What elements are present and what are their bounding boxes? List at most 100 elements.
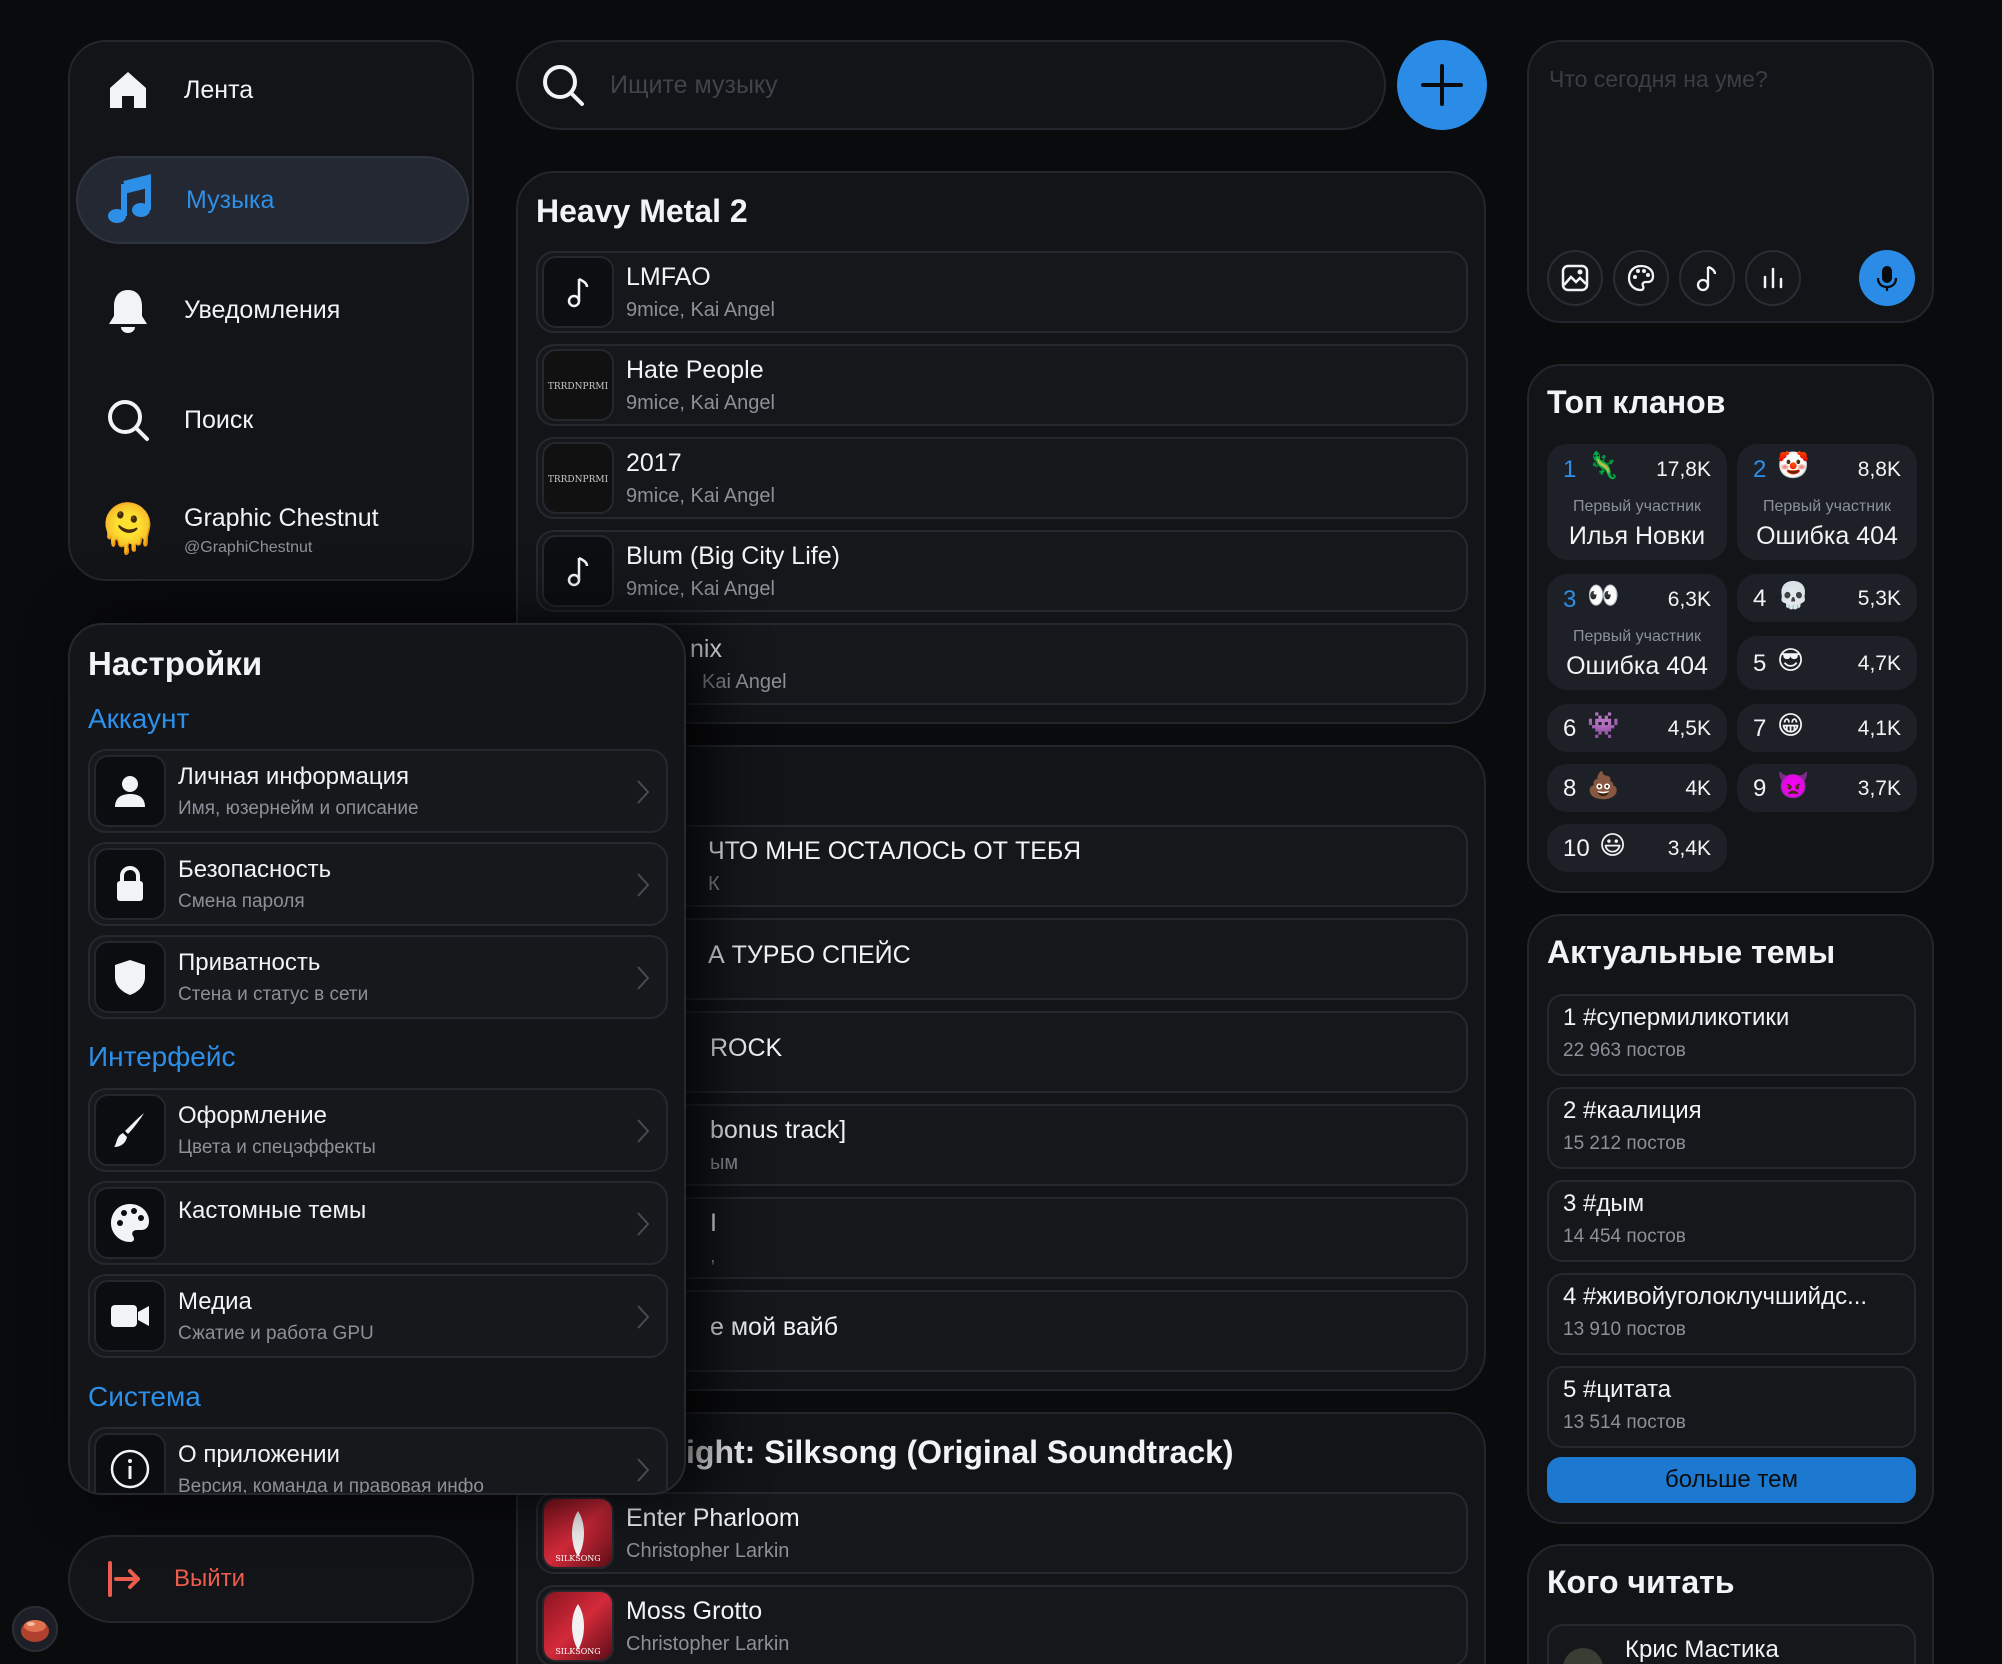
music-search-input[interactable] bbox=[610, 70, 1370, 100]
settings-item-media[interactable]: Медиа Сжатие и работа GPU bbox=[88, 1274, 668, 1358]
topic-count: 13 514 постов bbox=[1563, 1412, 1686, 1433]
clan-count: 17,8K bbox=[1656, 458, 1711, 481]
settings-item-privacy[interactable]: Приватность Стена и статус в сети bbox=[88, 935, 668, 1019]
playlist-title: Heavy Metal 2 bbox=[536, 193, 748, 229]
nav-item-search[interactable]: Поиск bbox=[76, 376, 469, 464]
track-name: Moss Grotto bbox=[626, 1596, 763, 1625]
clan-item[interactable]: 5 😎 4,7K bbox=[1737, 636, 1917, 690]
clan-item[interactable]: 8 💩 4K bbox=[1547, 764, 1727, 812]
music-note-icon bbox=[542, 535, 614, 607]
avatar bbox=[1563, 1648, 1603, 1664]
track-name: ЧТО МНЕ ОСТАЛОСЬ ОТ ТЕБЯ bbox=[708, 836, 1082, 865]
topic-name: 5 #цитата bbox=[1563, 1376, 1672, 1403]
add-music-button[interactable] bbox=[1397, 40, 1487, 130]
topic-name: 1 #супермиликотики bbox=[1563, 1004, 1790, 1031]
logout-button[interactable]: Выйти bbox=[68, 1535, 474, 1623]
search-icon bbox=[102, 394, 154, 446]
shield-icon bbox=[94, 941, 166, 1013]
track-name: ROCK bbox=[710, 1034, 783, 1062]
clan-rank: 7 bbox=[1753, 715, 1767, 742]
track-artist: 9mice, Kai Angel bbox=[626, 298, 775, 321]
clan-rank: 10 bbox=[1563, 835, 1590, 862]
track-name: I bbox=[710, 1208, 717, 1237]
svg-text:SILKSONG: SILKSONG bbox=[555, 1554, 600, 1563]
topic-item[interactable]: 4 #живойуголоклучшийдс... 13 910 постов bbox=[1547, 1273, 1916, 1355]
clan-item[interactable]: 3 👀 6,3K Первый участник Ошибка 404 bbox=[1547, 574, 1727, 690]
track-row[interactable]: SILKSONG Enter Pharloom Christopher Lark… bbox=[536, 1492, 1468, 1574]
chevron-right-icon bbox=[637, 1458, 650, 1482]
more-topics-button[interactable]: больше тем bbox=[1547, 1457, 1916, 1503]
topic-item[interactable]: 3 #дым 14 454 постов bbox=[1547, 1180, 1916, 1262]
settings-item-security[interactable]: Безопасность Смена пароля bbox=[88, 842, 668, 926]
chart-bars-icon bbox=[1763, 267, 1783, 289]
topic-count: 14 454 постов bbox=[1563, 1226, 1686, 1247]
clan-item[interactable]: 10 😃 3,4K bbox=[1547, 824, 1727, 872]
attach-image-button[interactable] bbox=[1547, 250, 1603, 306]
svg-text:SILKSONG: SILKSONG bbox=[555, 1647, 600, 1656]
nav-item-label: Поиск bbox=[184, 405, 254, 434]
topic-count: 22 963 постов bbox=[1563, 1040, 1686, 1061]
nav-item-profile[interactable]: 🫠 Graphic Chestnut @GraphiChestnut bbox=[76, 486, 469, 574]
nav-item-feed[interactable]: Лента bbox=[76, 46, 469, 134]
settings-item-about[interactable]: О приложении Версия, команда и правовая … bbox=[88, 1427, 668, 1493]
trending-topics-card: Актуальные темы 1 #супермиликотики 22 96… bbox=[1527, 914, 1934, 1524]
clan-item[interactable]: 9 👿 3,7K bbox=[1737, 764, 1917, 812]
clan-item[interactable]: 2 🤡 8,8K Первый участник Ошибка 404 bbox=[1737, 444, 1917, 560]
track-row[interactable]: SILKSONG Moss Grotto Christopher Larkin bbox=[536, 1585, 1468, 1664]
svg-text:TRRDNPRMI: TRRDNPRMI bbox=[548, 382, 609, 392]
track-row[interactable]: Blum (Big City Life) 9mice, Kai Angel bbox=[536, 530, 1468, 612]
topic-name: 2 #каалиция bbox=[1563, 1097, 1702, 1124]
suggested-user[interactable]: Крис Мастика bbox=[1547, 1624, 1916, 1664]
track-name: Hate People bbox=[626, 355, 764, 384]
track-row[interactable]: TRRDNPRMI 2017 9mice, Kai Angel bbox=[536, 437, 1468, 519]
section-account: Аккаунт bbox=[88, 703, 190, 734]
settings-item-desc: Смена пароля bbox=[178, 890, 305, 912]
section-interface: Интерфейс bbox=[88, 1041, 236, 1072]
settings-item-custom-themes[interactable]: Кастомные темы bbox=[88, 1181, 668, 1265]
image-icon bbox=[1561, 264, 1589, 292]
clan-item[interactable]: 4 💀 5,3K bbox=[1737, 574, 1917, 622]
logout-icon bbox=[104, 1559, 144, 1599]
nav-item-notifications[interactable]: Уведомления bbox=[76, 266, 469, 354]
brush-icon bbox=[94, 1094, 166, 1166]
attach-music-button[interactable] bbox=[1679, 250, 1735, 306]
clan-item[interactable]: 7 😁 4,1K bbox=[1737, 704, 1917, 752]
track-artist: 9mice, Kai Angel bbox=[626, 391, 775, 414]
app-logo[interactable] bbox=[12, 1606, 58, 1652]
chevron-right-icon bbox=[637, 966, 650, 990]
topic-item[interactable]: 1 #супермиликотики 22 963 постов bbox=[1547, 994, 1916, 1076]
nav-item-music[interactable]: Музыка bbox=[76, 156, 469, 244]
home-icon bbox=[102, 64, 154, 116]
clan-emoji: 😁 bbox=[1777, 710, 1805, 740]
poll-button[interactable] bbox=[1745, 250, 1801, 306]
voice-record-button[interactable] bbox=[1859, 250, 1915, 306]
track-row[interactable]: TRRDNPRMI Hate People 9mice, Kai Angel bbox=[536, 344, 1468, 426]
settings-item-personal-info[interactable]: Личная информация Имя, юзернейм и описан… bbox=[88, 749, 668, 833]
settings-item-appearance[interactable]: Оформление Цвета и спецэффекты bbox=[88, 1088, 668, 1172]
settings-item-desc: Сжатие и работа GPU bbox=[178, 1322, 374, 1344]
album-cover: TRRDNPRMI bbox=[542, 349, 614, 421]
profile-handle: @GraphiChestnut bbox=[184, 538, 313, 556]
settings-item-desc: Стена и статус в сети bbox=[178, 983, 369, 1005]
track-artist: 9mice, Kai Angel bbox=[626, 577, 775, 600]
profile-name: Graphic Chestnut bbox=[184, 503, 379, 532]
clan-item[interactable]: 6 👾 4,5K bbox=[1547, 704, 1727, 752]
post-input[interactable] bbox=[1549, 66, 1909, 206]
who-to-read-card: Кого читать Крис Мастика bbox=[1527, 1544, 1934, 1664]
topic-item[interactable]: 5 #цитата 13 514 постов bbox=[1547, 1366, 1916, 1448]
music-note-icon bbox=[542, 256, 614, 328]
topic-count: 15 212 постов bbox=[1563, 1133, 1686, 1154]
track-name: 2017 bbox=[626, 448, 682, 477]
chevron-right-icon bbox=[637, 1212, 650, 1236]
post-composer bbox=[1527, 40, 1934, 323]
lock-icon bbox=[94, 848, 166, 920]
clans-title: Топ кланов bbox=[1547, 384, 1726, 420]
track-row[interactable]: LMFAO 9mice, Kai Angel bbox=[536, 251, 1468, 333]
track-name: А ТУРБО СПЕЙС bbox=[708, 941, 911, 969]
track-name: е мой вайб bbox=[710, 1313, 839, 1341]
sidebar-nav: Лента Музыка Уведомления Поиск 🫠 Graphic… bbox=[68, 40, 474, 581]
topic-item[interactable]: 2 #каалиция 15 212 постов bbox=[1547, 1087, 1916, 1169]
settings-item-name: О приложении bbox=[178, 1440, 340, 1468]
theme-button[interactable] bbox=[1613, 250, 1669, 306]
clan-item[interactable]: 1 🦎 17,8K Первый участник Илья Новки bbox=[1547, 444, 1727, 560]
